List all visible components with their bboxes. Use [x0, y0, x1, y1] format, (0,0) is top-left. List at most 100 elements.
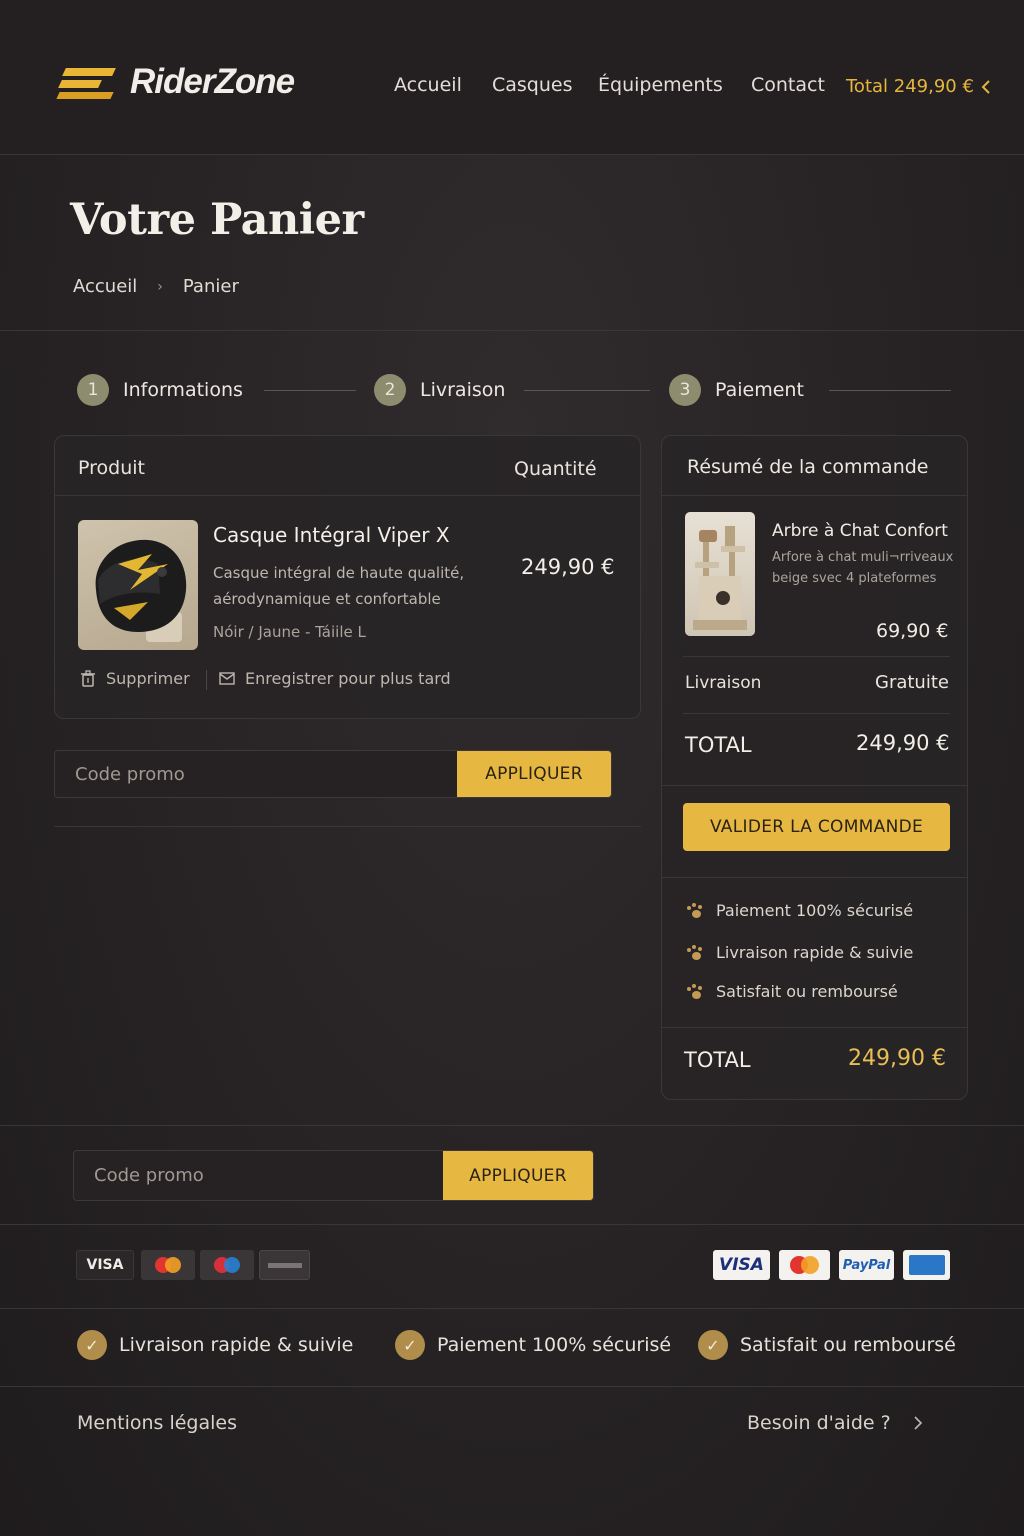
- delete-label: Supprimer: [106, 669, 190, 688]
- column-header-product: Produit: [78, 457, 145, 479]
- promo-code-input-secondary[interactable]: [74, 1151, 443, 1200]
- nav-casques[interactable]: Casques: [492, 74, 573, 96]
- step-label: Livraison: [420, 379, 506, 401]
- promo-form: APPLIQUER: [54, 750, 612, 798]
- step-livraison[interactable]: 2 Livraison: [374, 374, 505, 406]
- divider: [54, 826, 641, 827]
- mastercard-logo-right: [779, 1250, 830, 1280]
- divider: [661, 1027, 968, 1028]
- step-number: 3: [669, 374, 701, 406]
- save-for-later-label: Enregistrer pour plus tard: [245, 669, 451, 688]
- total-label: TOTAL: [685, 733, 752, 757]
- check-icon: ✓: [698, 1330, 728, 1360]
- column-header-quantity: Quantité: [514, 458, 597, 480]
- feature-fast-delivery: Livraison rapide & suivie: [686, 943, 913, 962]
- assurance-payment: ✓ Paiement 100% sécurisé: [395, 1330, 671, 1360]
- step-informations[interactable]: 1 Informations: [77, 374, 243, 406]
- divider: [206, 670, 207, 690]
- divider: [661, 785, 968, 786]
- feature-label: Satisfait ou remboursé: [716, 982, 898, 1001]
- shipping-value: Gratuite: [875, 672, 949, 693]
- divider: [661, 877, 968, 878]
- visa-logo: VISA: [76, 1250, 134, 1280]
- divider: [661, 495, 968, 496]
- chevron-left-icon: [981, 79, 990, 94]
- divider: [0, 1125, 1024, 1126]
- page-title: Votre Panier: [70, 195, 364, 245]
- product-variant: Nóir / Jaune - Táiile L: [213, 623, 366, 641]
- paw-icon: [686, 902, 704, 919]
- divider: [54, 495, 641, 496]
- assurance-delivery: ✓ Livraison rapide & suivie: [77, 1330, 353, 1360]
- nav-equipements[interactable]: Équipements: [598, 74, 723, 96]
- divider: [683, 713, 950, 714]
- summary-item-price: 69,90 €: [876, 620, 949, 642]
- mastercard-logo: [141, 1250, 195, 1280]
- paw-icon: [686, 944, 704, 961]
- delete-button[interactable]: Supprimer: [80, 669, 190, 688]
- divider: [0, 330, 1024, 331]
- step-connector: [524, 390, 650, 391]
- brand-name: RiderZone: [130, 62, 295, 101]
- step-number: 2: [374, 374, 406, 406]
- divider: [0, 1224, 1024, 1225]
- help-link[interactable]: Besoin d'aide ?: [747, 1412, 923, 1434]
- feature-satisfaction: Satisfait ou remboursé: [686, 982, 898, 1001]
- assurance-label: Livraison rapide & suivie: [119, 1334, 354, 1356]
- breadcrumb-current: Panier: [182, 276, 239, 297]
- product-price: 249,90 €: [521, 555, 615, 579]
- promo-form-secondary: APPLIQUER: [73, 1150, 594, 1201]
- helmet-image: [78, 520, 198, 650]
- nav-contact[interactable]: Contact: [751, 74, 825, 96]
- apply-promo-button-secondary[interactable]: APPLIQUER: [443, 1151, 593, 1200]
- step-paiement[interactable]: 3 Paiement: [669, 374, 804, 406]
- step-label: Paiement: [715, 379, 804, 401]
- footer-total-label: TOTAL: [684, 1048, 751, 1072]
- trash-icon: [81, 670, 95, 687]
- step-connector: [264, 390, 356, 391]
- logo-icon: [56, 64, 120, 100]
- envelope-icon: [219, 672, 235, 685]
- brand-logo[interactable]: RiderZone: [56, 62, 295, 102]
- divider: [0, 1308, 1024, 1309]
- total-value: 249,90 €: [856, 731, 950, 755]
- validate-order-button[interactable]: VALIDER LA COMMANDE: [683, 803, 950, 851]
- legal-notice-link[interactable]: Mentions légales: [77, 1412, 237, 1434]
- chevron-right-icon: [914, 1416, 922, 1430]
- cart-total-link[interactable]: Total 249,90 €: [846, 76, 992, 97]
- shipping-label: Livraison: [685, 673, 762, 693]
- feature-label: Paiement 100% sécurisé: [716, 901, 914, 920]
- check-icon: ✓: [77, 1330, 107, 1360]
- feature-secure-payment: Paiement 100% sécurisé: [686, 901, 913, 920]
- nav-accueil[interactable]: Accueil: [394, 74, 462, 96]
- apply-promo-button[interactable]: APPLIQUER: [457, 751, 611, 797]
- chevron-right-icon: ›: [157, 278, 163, 295]
- help-label: Besoin d'aide ?: [747, 1412, 891, 1434]
- cart-total-text: Total 249,90 €: [846, 76, 974, 97]
- divider: [683, 656, 950, 657]
- paw-icon: [686, 983, 704, 1000]
- breadcrumb-home[interactable]: Accueil: [73, 276, 137, 297]
- promo-code-input[interactable]: [55, 751, 457, 797]
- maestro-logo: [200, 1250, 254, 1280]
- assurance-satisfaction: ✓ Satisfait ou remboursé: [698, 1330, 956, 1360]
- cat-tree-image: [685, 512, 755, 636]
- save-for-later-button[interactable]: Enregistrer pour plus tard: [219, 669, 451, 688]
- divider: [0, 1386, 1024, 1387]
- summary-title: Résumé de la commande: [687, 456, 929, 478]
- assurance-label: Paiement 100% sécurisé: [437, 1334, 672, 1356]
- summary-item-desc-line2: beige svec 4 plateformes: [772, 571, 937, 586]
- amex-logo: [903, 1250, 950, 1280]
- paypal-logo: PayPal: [839, 1250, 894, 1280]
- visa-logo-right: VISA: [713, 1250, 770, 1280]
- check-icon: ✓: [395, 1330, 425, 1360]
- footer-total-value: 249,90 €: [848, 1046, 946, 1071]
- generic-card-icon: [259, 1250, 310, 1280]
- product-name[interactable]: Casque Intégral Viper X: [213, 523, 450, 547]
- summary-item-name: Arbre à Chat Confort: [772, 521, 948, 541]
- feature-label: Livraison rapide & suivie: [716, 943, 914, 962]
- step-number: 1: [77, 374, 109, 406]
- summary-item-desc-line1: Arfore à chat muli¬rriveaux: [772, 550, 954, 565]
- step-connector: [829, 390, 951, 391]
- step-label: Informations: [123, 379, 243, 401]
